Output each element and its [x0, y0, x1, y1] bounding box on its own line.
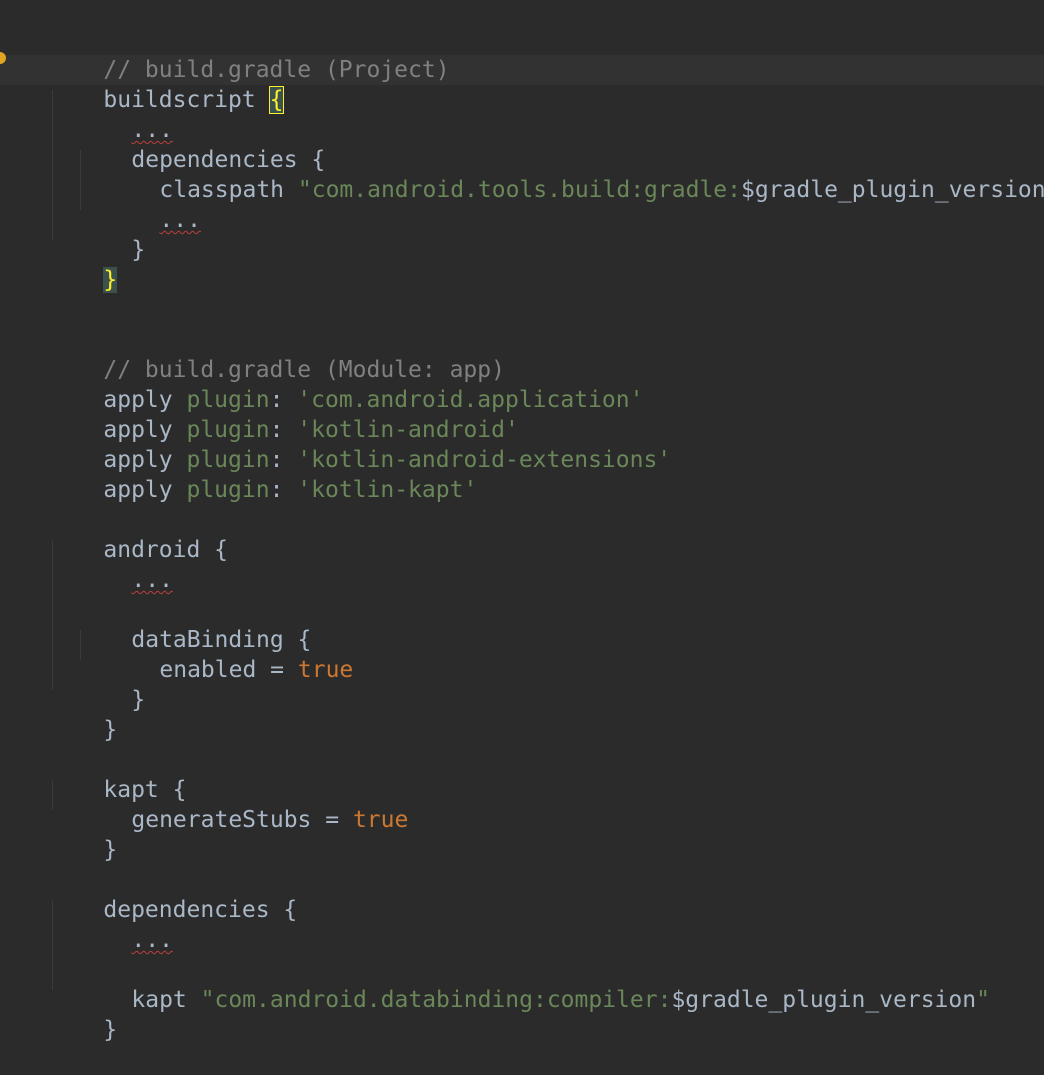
code-line-kapt: kapt {	[48, 745, 186, 803]
code-line-dependencies: dependencies {	[76, 115, 325, 173]
code-line-android: android {	[48, 505, 228, 563]
brace-text: }	[131, 687, 146, 713]
brace-text: }	[131, 237, 146, 263]
string-variable: $gradle_plugin_version	[671, 987, 977, 1013]
code-line-close-brace: }	[48, 805, 117, 863]
plugin-label: plugin	[186, 477, 270, 503]
code-line-close-brace: }	[48, 235, 118, 293]
code-editor[interactable]: // build.gradle (Project) buildscript { …	[0, 0, 1044, 1060]
code-line-close-brace: }	[48, 985, 117, 1043]
code-line-databinding: dataBinding {	[76, 595, 311, 653]
code-line-generate-stubs: generateStubs = true	[76, 775, 408, 833]
code-line-close-brace: }	[76, 655, 145, 713]
code-line-close-brace: }	[48, 685, 117, 743]
code-line-classpath: classpath "com.android.tools.build:gradl…	[104, 145, 1044, 203]
code-line-apply-plugin: apply plugin: 'kotlin-kapt'	[48, 445, 477, 503]
brace-highlight: {	[268, 86, 285, 114]
code-line-kapt-dependency: kapt "com.android.databinding:compiler:$…	[76, 955, 990, 1013]
code-line-close-brace: }	[76, 205, 145, 263]
code-line-ellipsis: ...	[76, 85, 173, 143]
colon: :	[269, 477, 298, 503]
code-line-buildscript: buildscript {	[48, 55, 285, 114]
string-variable: $gradle_plugin_version	[740, 177, 1044, 203]
keyword-apply: apply	[103, 477, 187, 503]
string-quote: "	[976, 987, 990, 1013]
string-literal: 'kotlin-kapt'	[297, 477, 478, 503]
code-line-apply-plugin: apply plugin: 'com.android.application'	[48, 355, 643, 413]
code-line-comment: // build.gradle (Module: app)	[48, 325, 505, 383]
brace-match-highlight: }	[103, 267, 118, 293]
boolean-literal: true	[297, 657, 354, 683]
identifier-text: enabled =	[159, 657, 298, 683]
brace-text: }	[103, 837, 118, 863]
code-line-ellipsis: ...	[76, 895, 173, 953]
boolean-literal: true	[352, 807, 409, 833]
string-literal: "com.android.databinding:compiler:	[200, 987, 672, 1013]
ellipsis-error: ...	[131, 927, 173, 953]
code-line-dependencies: dependencies {	[48, 865, 297, 923]
string-literal: "com.android.tools.build:gradle:	[297, 177, 741, 203]
brace-text: }	[103, 717, 118, 743]
identifier-text: kapt	[131, 987, 201, 1013]
code-line-apply-plugin: apply plugin: 'kotlin-android-extensions…	[48, 415, 671, 473]
code-line-ellipsis: ...	[76, 535, 173, 593]
code-line-ellipsis: ...	[104, 175, 201, 233]
identifier-text: generateStubs =	[131, 807, 353, 833]
code-line-apply-plugin: apply plugin: 'kotlin-android'	[48, 385, 518, 443]
brace-text: }	[103, 1017, 118, 1043]
code-line-comment: // build.gradle (Project)	[48, 25, 449, 83]
code-line-enabled: enabled = true	[104, 625, 353, 683]
ellipsis-error: ...	[159, 207, 201, 233]
ellipsis-error: ...	[131, 567, 173, 593]
